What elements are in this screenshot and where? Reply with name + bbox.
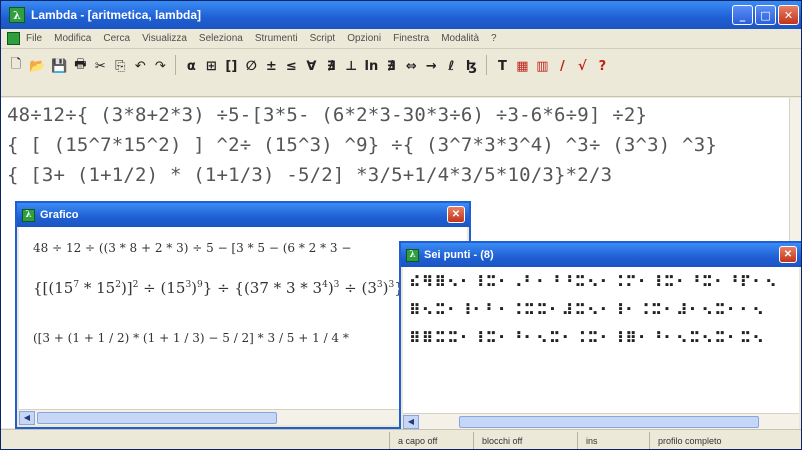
- menu-modifica[interactable]: Modifica: [54, 33, 91, 44]
- menu-modalita[interactable]: Modalità: [441, 33, 479, 44]
- emptyset-button[interactable]: ∅: [242, 55, 260, 77]
- menu-help[interactable]: ?: [491, 33, 497, 44]
- menu-visualizza[interactable]: Visualizza: [142, 33, 187, 44]
- grafico-line-2-part: 7: [259, 279, 269, 297]
- status-insert: ins: [577, 431, 649, 449]
- toolbar-separator: [486, 55, 488, 75]
- status-spacer: [67, 432, 389, 450]
- close-icon[interactable]: ✕: [778, 5, 799, 25]
- menu-file[interactable]: File: [26, 33, 42, 44]
- grafico-line-2-part: } ÷ {(3: [202, 279, 260, 297]
- iff-button[interactable]: ⇔: [402, 55, 420, 77]
- perp-button[interactable]: ⊥: [342, 55, 360, 77]
- log-button[interactable]: ln: [362, 55, 380, 77]
- menu-script[interactable]: Script: [310, 33, 336, 44]
- save-button[interactable]: 💾: [49, 55, 69, 77]
- copy-button[interactable]: ⎘: [111, 55, 129, 77]
- cut-button[interactable]: ✂: [91, 55, 109, 77]
- open-button[interactable]: 📂: [27, 55, 47, 77]
- braille-row-3: ⠿⠿⠭⠭⠂⠸⠭⠂⠘⠂⠢⠭⠂⠨⠭⠂⠸⠿⠂⠘⠂⠢⠭⠢⠭⠂⠭⠢: [409, 329, 766, 347]
- grafico-line-3: ([3 + (1 + 1 / 2) * (1 + 1 / 3) − 5 / 2]…: [33, 331, 349, 345]
- menu-strumenti[interactable]: Strumenti: [255, 33, 298, 44]
- title-bar[interactable]: λ Lambda - [aritmetica, lambda] _ □ ✕: [1, 1, 801, 29]
- sei-punti-window: λ Sei punti - (8) ✕ ⠮⠻⠿⠢⠂⠸⠭⠂⠠⠃⠂⠘⠘⠭⠢⠂⠨⠍⠂⠸…: [399, 241, 801, 433]
- grafico-title-bar[interactable]: λ Grafico ✕: [17, 203, 469, 227]
- braille-row-2: ⠿⠢⠭⠂⠸⠂⠃⠂⠨⠭⠭⠂⠼⠭⠢⠂⠸⠂⠨⠭⠂⠼⠂⠢⠭⠂⠂⠢: [409, 301, 766, 319]
- editor-line-3: { [3+ (1+1/2) * (1+1/3) -5/2] *3/5+1/4*3…: [7, 164, 613, 186]
- print-button[interactable]: 🖶: [71, 55, 89, 77]
- brackets-button[interactable]: []: [222, 55, 240, 77]
- arrow-button[interactable]: →: [422, 55, 440, 77]
- grafico-line-1: 48 ÷ 12 ÷ ((3 * 8 + 2 * 3) ÷ 5 − [3 * 5 …: [33, 241, 352, 255]
- sei-punti-title-bar[interactable]: λ Sei punti - (8) ✕: [401, 243, 801, 267]
- status-profile: profilo completo: [649, 431, 799, 449]
- close-icon[interactable]: ✕: [447, 206, 465, 223]
- editor-line-2: { [ (15^7*15^2) ] ^2÷ (15^3) ^9} ÷{ (3^7…: [7, 134, 717, 156]
- grafico-line-2-part: ÷ (15: [138, 279, 186, 297]
- toolbar-separator: [175, 55, 177, 75]
- window-controls: _ □ ✕: [732, 5, 799, 25]
- lambda-app-icon: λ: [9, 7, 25, 23]
- window-title: Lambda - [aritmetica, lambda]: [31, 8, 202, 22]
- bold-button[interactable]: ɮ: [462, 55, 480, 77]
- forall-button[interactable]: ∀: [302, 55, 320, 77]
- scroll-left-icon[interactable]: ◀: [403, 414, 419, 429]
- grafico-line-2: {[(157 * 152)]2 ÷ (153)9} ÷ {(37 * 3 * 3…: [33, 279, 404, 297]
- menu-bar: File Modifica Cerca Visualizza Seleziona…: [1, 29, 801, 49]
- fraction-button[interactable]: α: [182, 55, 200, 77]
- menu-cerca[interactable]: Cerca: [103, 33, 130, 44]
- root-button[interactable]: √: [573, 55, 591, 77]
- grafico-title: Grafico: [40, 209, 79, 221]
- minimize-icon[interactable]: _: [732, 5, 753, 25]
- leq-button[interactable]: ≤: [282, 55, 300, 77]
- grafico-line-2-part: * 15: [79, 279, 116, 297]
- status-cell-0: [1, 432, 67, 450]
- menu-opzioni[interactable]: Opzioni: [347, 33, 381, 44]
- new-doc-button[interactable]: 🗋: [7, 55, 25, 77]
- lowercase-button[interactable]: ℓ: [442, 55, 460, 77]
- maximize-icon[interactable]: □: [755, 5, 776, 25]
- scroll-thumb[interactable]: [459, 415, 759, 428]
- limit-button[interactable]: ∄: [382, 55, 400, 77]
- status-bar: a capo off blocchi off ins profilo compl…: [1, 429, 801, 450]
- close-icon[interactable]: ✕: [779, 246, 797, 263]
- editor-line-1: 48÷12÷{ (3*8+2*3) ÷5-[3*5- (6*2*3-30*3÷6…: [7, 104, 648, 126]
- status-blocks: blocchi off: [473, 431, 577, 449]
- matrix-button[interactable]: ⊞: [202, 55, 220, 77]
- lambda-main-window: λ Lambda - [aritmetica, lambda] _ □ ✕ Fi…: [0, 0, 802, 450]
- braille-body: ⠮⠻⠿⠢⠂⠸⠭⠂⠠⠃⠂⠘⠘⠭⠢⠂⠨⠍⠂⠸⠭⠂⠘⠭⠂⠘⠏⠂⠢ ⠿⠢⠭⠂⠸⠂⠃⠂⠨⠭…: [403, 267, 799, 413]
- redo-button[interactable]: ↷: [151, 55, 169, 77]
- grafico-line-2-part: {[(15: [33, 279, 74, 297]
- help-button[interactable]: ?: [593, 55, 611, 77]
- text-button[interactable]: T: [493, 55, 511, 77]
- document-icon[interactable]: [7, 32, 20, 45]
- grafico-line-2-part: * 3 * 3: [268, 279, 323, 297]
- toolbar: 🗋 📂 💾 🖶 ✂ ⎘ ↶ ↷ α ⊞[] ∅ ± ≤ ∀ ∄ ⊥ ln ∄ ⇔ → ℓ ɮ T ▦ ▥ / √?: [1, 49, 801, 97]
- braille-row-1: ⠮⠻⠿⠢⠂⠸⠭⠂⠠⠃⠂⠘⠘⠭⠢⠂⠨⠍⠂⠸⠭⠂⠘⠭⠂⠘⠏⠂⠢: [409, 273, 778, 291]
- status-wrap: a capo off: [389, 431, 473, 449]
- menu-seleziona[interactable]: Seleziona: [199, 33, 243, 44]
- braille-horizontal-scrollbar[interactable]: ◀: [403, 413, 799, 429]
- undo-button[interactable]: ↶: [131, 55, 149, 77]
- scroll-left-icon[interactable]: ◀: [19, 410, 35, 425]
- sei-punti-title: Sei punti - (8): [424, 249, 494, 261]
- grafico-line-2-part: )]: [120, 279, 133, 297]
- red-matrix-button[interactable]: ▦: [513, 55, 531, 77]
- slash-button[interactable]: /: [553, 55, 571, 77]
- lambda-app-icon: λ: [406, 248, 419, 262]
- grafico-line-2-part: ÷ (3: [339, 279, 377, 297]
- plusminus-button[interactable]: ±: [262, 55, 280, 77]
- menu-finestra[interactable]: Finestra: [393, 33, 429, 44]
- lambda-app-icon: λ: [22, 208, 35, 222]
- scroll-thumb[interactable]: [37, 411, 277, 424]
- integral-button[interactable]: ∄: [322, 55, 340, 77]
- red-matrix2-button[interactable]: ▥: [533, 55, 551, 77]
